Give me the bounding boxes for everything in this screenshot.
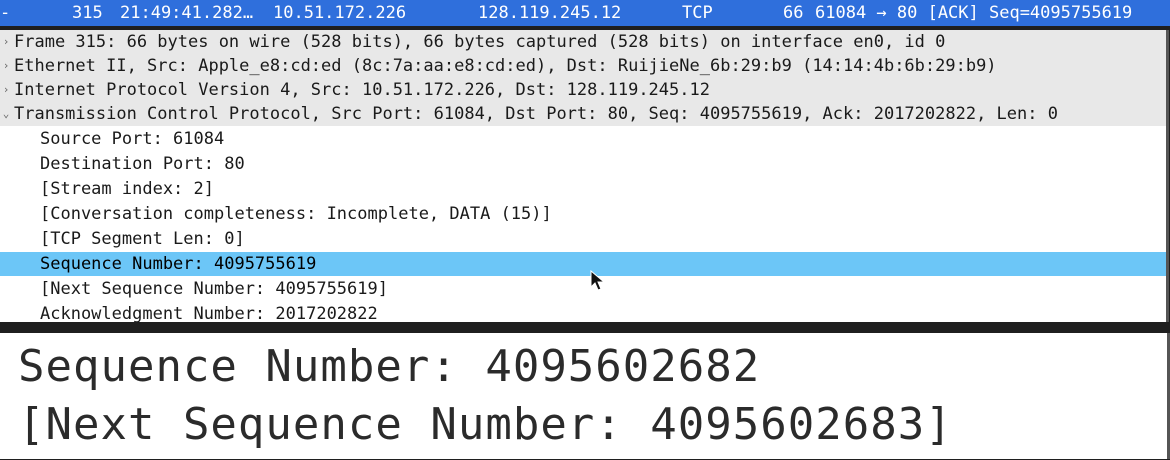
packet-destination: 128.119.245.12 xyxy=(478,3,622,23)
packet-time: 21:49:41.282… xyxy=(120,3,254,23)
tree-item-label: Transmission Control Protocol, Src Port:… xyxy=(14,104,1058,124)
tree-item-label: Ethernet II, Src: Apple_e8:cd:ed (8c:7a:… xyxy=(14,56,997,76)
tree-item-acknowledgment-number[interactable]: Acknowledgment Number: 2017202822 xyxy=(0,302,1166,322)
tree-item-next-sequence-number[interactable]: [Next Sequence Number: 4095755619] xyxy=(0,277,1166,301)
expand-triangle-icon[interactable]: › xyxy=(1,30,11,54)
tree-item-label: [Conversation completeness: Incomplete, … xyxy=(40,204,552,224)
tree-item-label: Acknowledgment Number: 2017202822 xyxy=(40,304,378,322)
packet-protocol: TCP xyxy=(682,3,713,23)
tree-item-label: [Next Sequence Number: 4095755619] xyxy=(40,279,388,299)
zoom-sequence-number: Sequence Number: 4095602682 xyxy=(18,341,761,392)
tree-item-conversation-completeness[interactable]: [Conversation completeness: Incomplete, … xyxy=(0,202,1166,226)
tree-item-label: Destination Port: 80 xyxy=(40,154,245,174)
packet-length: 66 xyxy=(783,3,804,23)
wireshark-screenshot: - 315 21:49:41.282… 10.51.172.226 128.11… xyxy=(0,0,1170,460)
zoom-next-sequence-number: [Next Sequence Number: 4095602683] xyxy=(18,399,953,450)
packet-details-pane: › Frame 315: 66 bytes on wire (528 bits)… xyxy=(0,30,1169,322)
zoom-callout: Sequence Number: 4095602682 [Next Sequen… xyxy=(0,333,1170,459)
packet-source: 10.51.172.226 xyxy=(273,3,407,23)
tree-item-sequence-number[interactable]: Sequence Number: 4095755619 xyxy=(0,252,1166,276)
tree-item-label: Frame 315: 66 bytes on wire (528 bits), … xyxy=(14,32,946,52)
packet-info: 61084 → 80 [ACK] Seq=4095755619 xyxy=(815,3,1133,23)
tree-item-tcp[interactable]: ⌄ Transmission Control Protocol, Src Por… xyxy=(0,102,1166,126)
tree-item-label: Sequence Number: 4095755619 xyxy=(40,254,317,274)
tree-item-frame[interactable]: › Frame 315: 66 bytes on wire (528 bits)… xyxy=(0,30,1166,54)
tree-item-ethernet[interactable]: › Ethernet II, Src: Apple_e8:cd:ed (8c:7… xyxy=(0,54,1166,78)
collapse-triangle-icon[interactable]: ⌄ xyxy=(1,102,11,126)
expand-triangle-icon[interactable]: › xyxy=(1,54,11,78)
mouse-pointer-icon xyxy=(590,270,606,291)
tree-item-segment-len[interactable]: [TCP Segment Len: 0] xyxy=(0,227,1166,251)
packet-number: 315 xyxy=(72,3,103,23)
tree-item-stream-index[interactable]: [Stream index: 2] xyxy=(0,177,1166,201)
packet-list-marker: - xyxy=(0,3,11,23)
tree-item-source-port[interactable]: Source Port: 61084 xyxy=(0,127,1166,151)
tree-item-label: [TCP Segment Len: 0] xyxy=(40,229,245,249)
tree-item-label: Internet Protocol Version 4, Src: 10.51.… xyxy=(14,80,710,100)
tree-item-label: [Stream index: 2] xyxy=(40,179,214,199)
tree-item-label: Source Port: 61084 xyxy=(40,129,225,149)
expand-triangle-icon[interactable]: › xyxy=(1,78,11,102)
tree-item-destination-port[interactable]: Destination Port: 80 xyxy=(0,152,1166,176)
packet-list-row-selected[interactable]: - 315 21:49:41.282… 10.51.172.226 128.11… xyxy=(0,0,1170,26)
tree-item-ip[interactable]: › Internet Protocol Version 4, Src: 10.5… xyxy=(0,78,1166,102)
